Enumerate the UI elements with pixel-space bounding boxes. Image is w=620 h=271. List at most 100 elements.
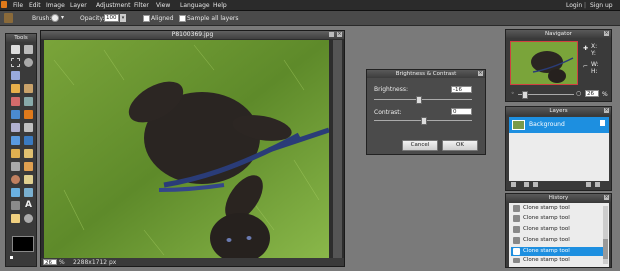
tools-title: Tools xyxy=(6,34,36,42)
history-item[interactable]: Clone stamp tool xyxy=(511,204,607,213)
history-item-selected[interactable]: Clone stamp tool xyxy=(511,247,607,256)
aligned-checkbox[interactable] xyxy=(143,15,150,22)
nav-zoom-input[interactable]: 26 xyxy=(585,90,599,97)
color-picker-icon[interactable] xyxy=(11,201,20,210)
navigator-close-icon[interactable]: × xyxy=(604,31,609,36)
eraser-tool-icon[interactable] xyxy=(24,123,33,132)
hand-tool-icon[interactable] xyxy=(11,214,20,223)
history-close-icon[interactable]: × xyxy=(604,195,609,200)
opacity-input[interactable]: 100 xyxy=(104,14,119,22)
lasso-tool-icon[interactable] xyxy=(24,58,33,67)
sharpen-tool-icon[interactable] xyxy=(24,136,33,145)
crop-tool-icon[interactable] xyxy=(11,45,20,54)
spot-heal-tool-icon[interactable] xyxy=(24,175,33,184)
brightness-slider-handle[interactable] xyxy=(416,96,422,104)
clone-stamp-history-icon xyxy=(513,215,520,222)
primary-color-swatch[interactable] xyxy=(12,236,34,252)
brush-dropdown-icon[interactable]: ▾ xyxy=(61,14,67,21)
smudge-tool-icon[interactable] xyxy=(24,162,33,171)
history-item-label: Clone stamp tool xyxy=(523,257,570,263)
history-item[interactable]: Clone stamp tool xyxy=(511,257,607,263)
aligned-label: Aligned xyxy=(151,15,174,22)
navigator-panel: Navigator × ✚ X: Y: ⌐ W: H: ◦ ○ 26 % xyxy=(505,29,612,102)
red-eye-tool-icon[interactable] xyxy=(11,175,20,184)
cancel-button[interactable]: Cancel xyxy=(402,140,438,151)
zoom-tool-icon[interactable] xyxy=(24,214,33,223)
navigator-thumbnail-image xyxy=(511,42,577,84)
layers-list: Background xyxy=(509,117,609,181)
history-item[interactable]: Clone stamp tool xyxy=(511,236,607,245)
menu-view[interactable]: View xyxy=(156,2,170,9)
login-link[interactable]: Login xyxy=(566,2,582,9)
dodge-tool-icon[interactable] xyxy=(24,149,33,158)
pinch-tool-icon[interactable] xyxy=(24,188,33,197)
brush-tool-icon[interactable] xyxy=(24,84,33,93)
clone-stamp-tool-icon xyxy=(4,13,13,23)
history-item-label: Clone stamp tool xyxy=(523,226,570,232)
clone-stamp-history-icon xyxy=(513,226,520,233)
nav-h-label: H: xyxy=(591,68,598,75)
menu-language[interactable]: Language xyxy=(180,2,210,9)
menu-file[interactable]: File xyxy=(13,2,23,9)
sponge-tool-icon[interactable] xyxy=(11,149,20,158)
menu-adjustment[interactable]: Adjustment xyxy=(96,2,130,9)
image-dimensions: 2288x1712 px xyxy=(73,259,117,266)
image-canvas[interactable] xyxy=(44,40,329,259)
brightness-input[interactable]: -16 xyxy=(451,86,472,93)
menu-image[interactable]: Image xyxy=(46,2,65,9)
magic-wand-icon[interactable] xyxy=(11,71,20,80)
drawing-tool-icon[interactable] xyxy=(24,97,33,106)
menu-filter[interactable]: Filter xyxy=(134,2,149,9)
move-tool-icon[interactable] xyxy=(24,45,33,54)
menu-help[interactable]: Help xyxy=(213,2,227,9)
menu-layer[interactable]: Layer xyxy=(70,2,87,9)
clone-stamp-history-icon xyxy=(513,205,520,212)
maximize-icon[interactable] xyxy=(329,32,334,37)
zoom-input[interactable]: 26 xyxy=(43,259,57,266)
blur-tool-icon[interactable] xyxy=(11,162,20,171)
layers-close-icon[interactable]: × xyxy=(604,108,609,113)
clone-stamp-icon[interactable] xyxy=(24,110,33,119)
contrast-slider-handle[interactable] xyxy=(421,117,427,125)
new-layer-icon[interactable] xyxy=(586,182,591,187)
brightness-slider-track[interactable] xyxy=(374,99,472,100)
opacity-dropdown-icon[interactable]: ▾ xyxy=(120,14,126,22)
gradient-tool-icon[interactable] xyxy=(11,110,20,119)
burn-tool-icon[interactable] xyxy=(11,188,20,197)
delete-layer-icon[interactable] xyxy=(595,182,600,187)
color-replace-tool-icon[interactable] xyxy=(11,97,20,106)
nav-zoom-slider-handle[interactable] xyxy=(522,91,528,99)
layer-link-icon[interactable] xyxy=(511,182,516,187)
close-icon[interactable]: × xyxy=(337,32,342,37)
bloat-tool-icon[interactable] xyxy=(11,123,20,132)
ok-button[interactable]: OK xyxy=(442,140,478,151)
options-bar: Brush: ▾ Opacity: 100 ▾ Aligned Sample a… xyxy=(0,11,620,26)
history-item[interactable]: Clone stamp tool xyxy=(511,214,607,223)
dialog-close-icon[interactable]: × xyxy=(478,71,483,76)
brush-label: Brush: xyxy=(32,15,52,22)
zoom-out-icon[interactable]: ◦ xyxy=(511,90,515,97)
brush-preview-icon[interactable] xyxy=(51,14,59,22)
app-logo-icon xyxy=(1,1,7,8)
layer-effects-icon[interactable] xyxy=(524,182,529,187)
menu-edit[interactable]: Edit xyxy=(29,2,41,9)
crosshair-icon: ✚ xyxy=(583,45,589,52)
contrast-input[interactable]: 0 xyxy=(451,108,472,115)
text-tool-icon[interactable]: A xyxy=(24,201,33,210)
history-item[interactable]: Clone stamp tool xyxy=(511,225,607,234)
vertical-scrollbar[interactable] xyxy=(333,40,342,259)
zoom-in-icon[interactable]: ○ xyxy=(576,90,581,97)
sample-all-layers-checkbox[interactable] xyxy=(179,15,186,22)
history-item-label: Clone stamp tool xyxy=(523,248,570,254)
navigator-thumbnail[interactable] xyxy=(510,41,578,85)
layer-row-background[interactable]: Background xyxy=(509,117,609,133)
fill-tool-icon[interactable] xyxy=(11,136,20,145)
pencil-tool-icon[interactable] xyxy=(11,84,20,93)
history-scroll-thumb[interactable] xyxy=(603,239,608,259)
layer-thumbnail xyxy=(512,120,525,130)
signup-link[interactable]: Sign up xyxy=(590,2,613,9)
marquee-tool-icon[interactable] xyxy=(11,58,20,67)
swap-colors-icon[interactable] xyxy=(10,256,13,259)
layer-mask-icon[interactable] xyxy=(533,182,538,187)
layer-visibility-icon[interactable] xyxy=(600,120,605,126)
